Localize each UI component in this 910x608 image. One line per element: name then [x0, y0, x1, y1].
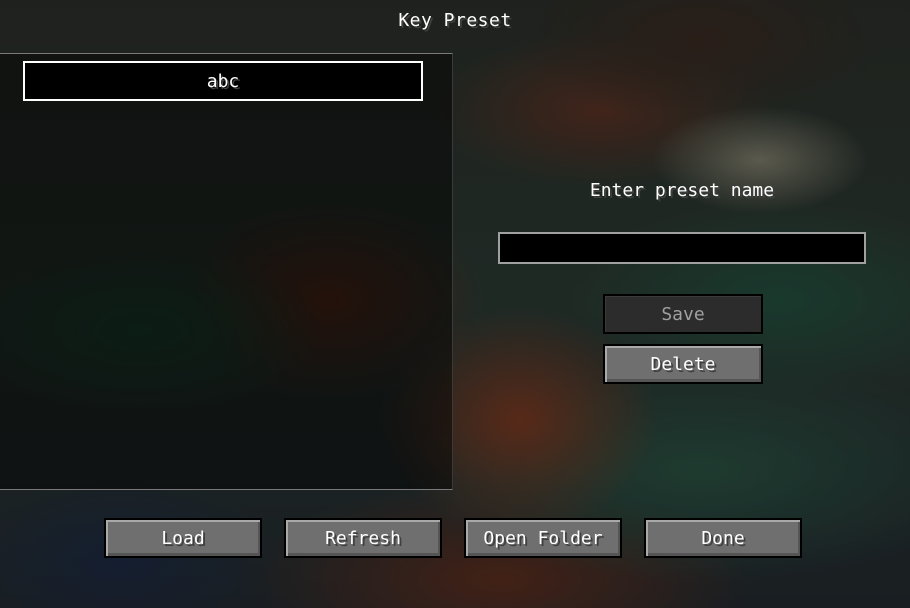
refresh-button[interactable]: Refresh: [284, 518, 442, 558]
delete-button[interactable]: Delete: [603, 344, 763, 384]
preset-name-input[interactable]: [498, 232, 866, 264]
open-folder-button[interactable]: Open Folder: [464, 518, 622, 558]
preset-list-item-selected[interactable]: abc: [23, 61, 423, 101]
load-button[interactable]: Load: [104, 518, 262, 558]
save-button[interactable]: Save: [603, 294, 763, 334]
preset-list[interactable]: abc: [0, 53, 453, 490]
screen-title: Key Preset: [398, 10, 512, 31]
done-button[interactable]: Done: [644, 518, 802, 558]
preset-name-prompt: Enter preset name: [589, 180, 775, 201]
